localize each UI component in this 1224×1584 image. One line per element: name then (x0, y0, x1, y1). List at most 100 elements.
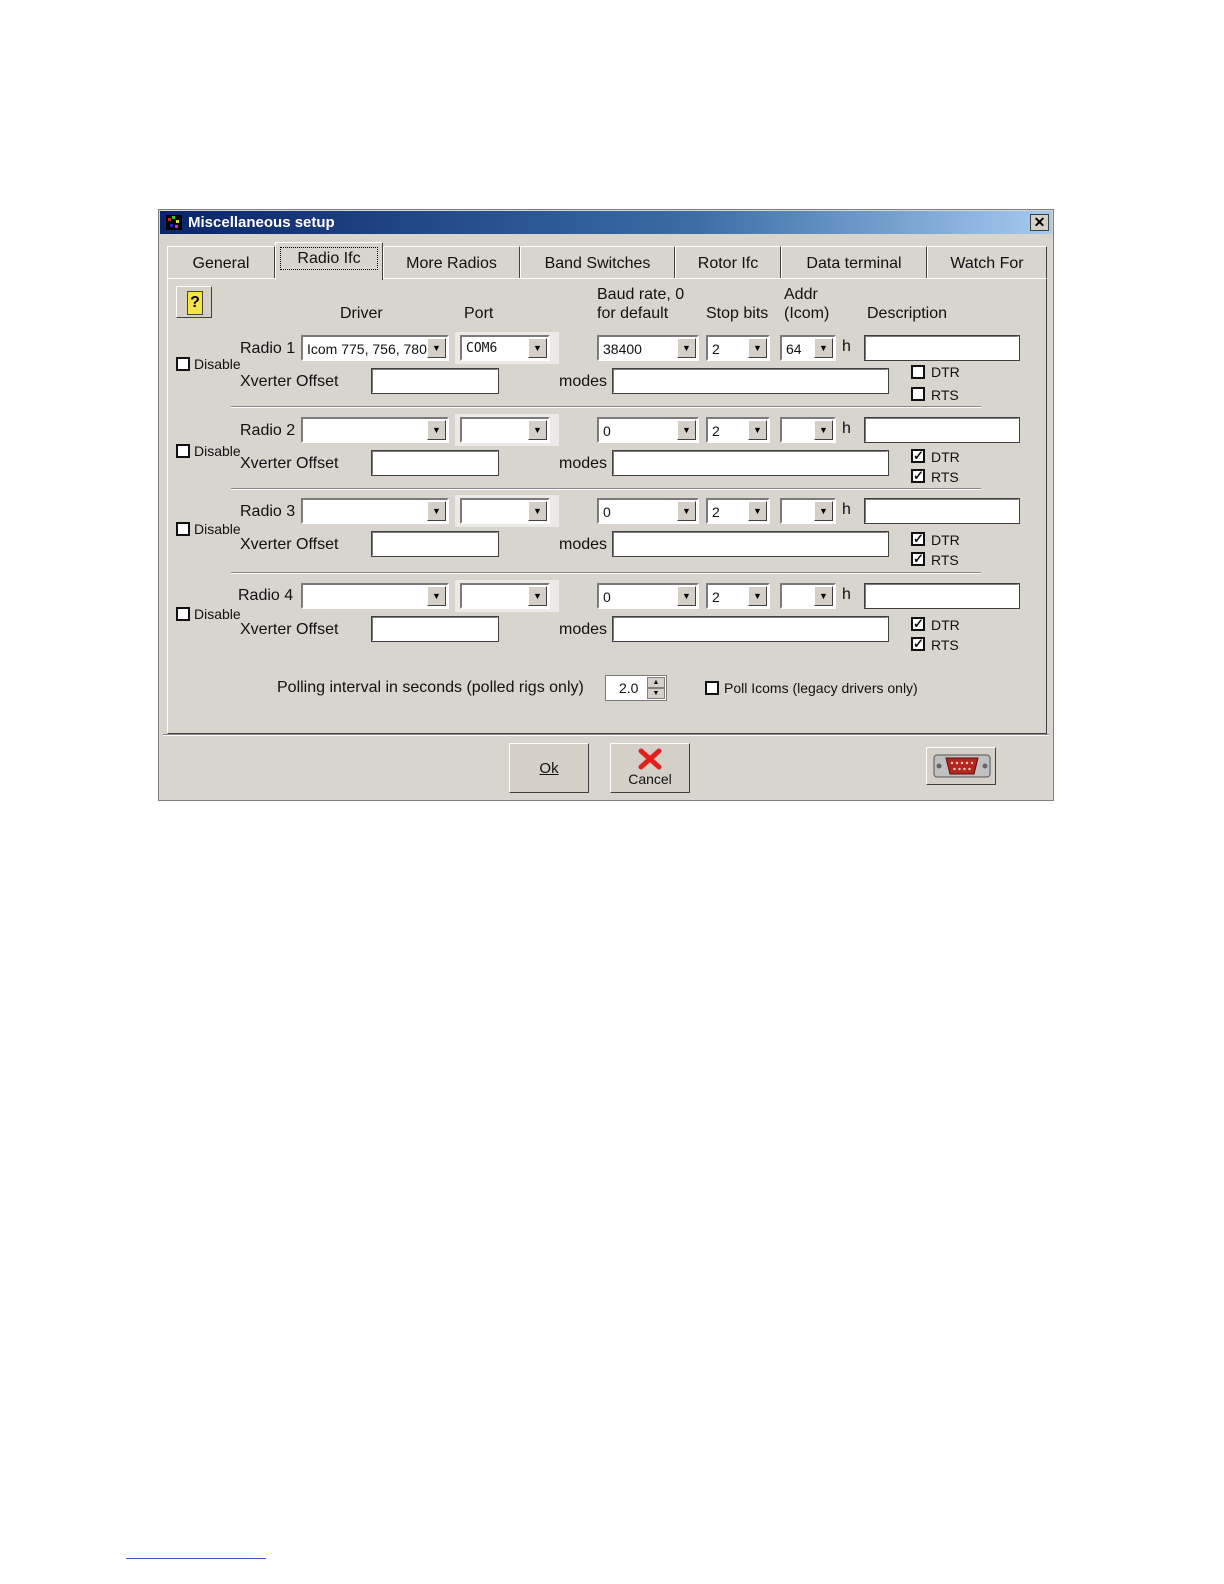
spin-up-icon[interactable]: ▲ (647, 677, 665, 688)
radio-1-stopbits-select[interactable]: 2 ▼ (706, 335, 770, 361)
radio-4-label: Radio 4 (238, 587, 294, 604)
radio-4-disable-checkbox[interactable] (176, 607, 190, 621)
radio-3-disable-checkbox[interactable] (176, 522, 190, 536)
ok-button[interactable]: Ok (509, 743, 589, 793)
radio-2-baud-value: 0 (603, 423, 611, 439)
radio-4-port-select[interactable]: ▼ (460, 583, 550, 609)
radio-3-port-select[interactable]: ▼ (460, 498, 550, 524)
radio-2-addr-select[interactable]: ▼ (780, 417, 836, 443)
radio-separator (231, 572, 981, 574)
radio-4-dtr-checkbox[interactable]: ✓ (911, 617, 925, 631)
radio-1-modes-field[interactable] (612, 368, 889, 394)
radio-2-disable-checkbox[interactable] (176, 444, 190, 458)
radio-4-stopbits-select[interactable]: 2 ▼ (706, 583, 770, 609)
radio-3-dtr-checkbox[interactable]: ✓ (911, 532, 925, 546)
radio-2-disable-label: Disable (194, 443, 241, 459)
chevron-down-icon: ▼ (528, 501, 547, 521)
header-addr-1: Addr (784, 286, 818, 303)
tab-more-radios[interactable]: More Radios (383, 246, 520, 279)
radio-4-rts-checkbox[interactable]: ✓ (911, 637, 925, 651)
radio-2-port-select[interactable]: ▼ (460, 417, 550, 443)
radio-4-addr-select[interactable]: ▼ (780, 583, 836, 609)
tab-general[interactable]: General (167, 246, 275, 279)
header-port: Port (464, 305, 494, 322)
close-icon[interactable]: ✕ (1030, 214, 1049, 231)
tab-rotor-ifc[interactable]: Rotor Ifc (675, 246, 781, 279)
radio-2-baud-select[interactable]: 0 ▼ (597, 417, 699, 443)
radio-3-stopbits-select[interactable]: 2 ▼ (706, 498, 770, 524)
cancel-button[interactable]: Cancel (610, 743, 690, 793)
radio-3-rts-label: RTS (931, 552, 959, 568)
radio-3-xverter-label: Xverter Offset (240, 536, 339, 553)
radio-1-dtr-checkbox[interactable] (911, 365, 925, 379)
chevron-down-icon: ▼ (814, 501, 833, 521)
radio-1-stopbits-value: 2 (712, 341, 720, 357)
radio-2-stopbits-select[interactable]: 2 ▼ (706, 417, 770, 443)
radio-1-port-value: COM6 (466, 341, 498, 356)
radio-4-driver-select[interactable]: ▼ (301, 583, 449, 609)
radio-1-rts-checkbox[interactable] (911, 387, 925, 401)
chevron-down-icon: ▼ (748, 586, 767, 606)
radio-4-xverter-field[interactable] (371, 616, 499, 642)
radio-1-port-select[interactable]: COM6 ▼ (460, 335, 550, 361)
chevron-down-icon: ▼ (528, 420, 547, 440)
radio-1-xverter-field[interactable] (371, 368, 499, 394)
radio-2-driver-select[interactable]: ▼ (301, 417, 449, 443)
radio-4-modes-field[interactable] (612, 616, 889, 642)
help-button[interactable]: ? (176, 286, 212, 318)
radio-separator (231, 406, 981, 408)
radio-2-xverter-label: Xverter Offset (240, 455, 339, 472)
footer-separator (163, 734, 1049, 736)
radio-3-description-field[interactable] (864, 498, 1020, 524)
radio-2-dtr-checkbox[interactable]: ✓ (911, 449, 925, 463)
header-stop-bits: Stop bits (706, 305, 769, 322)
tab-band-switches[interactable]: Band Switches (520, 246, 675, 279)
radio-3-addr-select[interactable]: ▼ (780, 498, 836, 524)
tab-radio-ifc-label: Radio Ifc (280, 247, 378, 270)
radio-1-disable-checkbox[interactable] (176, 357, 190, 371)
radio-separator (231, 488, 981, 490)
polling-interval-spinner[interactable]: 2.0 ▲ ▼ (605, 675, 667, 701)
radio-1-driver-value: Icom 775, 756, 780 (307, 341, 427, 357)
radio-1-baud-select[interactable]: 38400 ▼ (597, 335, 699, 361)
radio-1-rts-label: RTS (931, 387, 959, 403)
radio-4-description-field[interactable] (864, 583, 1020, 609)
chevron-down-icon: ▼ (427, 501, 446, 521)
tab-data-terminal[interactable]: Data terminal (781, 246, 927, 279)
radio-1-disable-label: Disable (194, 356, 241, 372)
header-description: Description (867, 305, 948, 322)
radio-3-rts-checkbox[interactable]: ✓ (911, 552, 925, 566)
radio-1-modes-label: modes (559, 373, 608, 390)
radio-1-dtr-label: DTR (931, 364, 960, 380)
header-driver: Driver (340, 305, 383, 322)
tab-watch-for[interactable]: Watch For (927, 246, 1047, 279)
radio-1-addr-select[interactable]: 64 ▼ (780, 335, 836, 361)
radio-2-description-field[interactable] (864, 417, 1020, 443)
chevron-down-icon: ▼ (677, 501, 696, 521)
radio-1-driver-select[interactable]: Icom 775, 756, 780 ▼ (301, 335, 449, 361)
radio-3-modes-field[interactable] (612, 531, 889, 557)
spin-down-icon[interactable]: ▼ (647, 688, 665, 699)
polling-label: Polling interval in seconds (polled rigs… (277, 679, 584, 696)
radio-4-baud-select[interactable]: 0 ▼ (597, 583, 699, 609)
poll-icoms-checkbox[interactable] (705, 681, 719, 695)
title-bar[interactable]: Miscellaneous setup ✕ (160, 211, 1052, 234)
chevron-down-icon: ▼ (427, 420, 446, 440)
radio-3-xverter-field[interactable] (371, 531, 499, 557)
radio-1-description-field[interactable] (864, 335, 1020, 361)
radio-3-driver-select[interactable]: ▼ (301, 498, 449, 524)
chevron-down-icon: ▼ (677, 586, 696, 606)
radio-1-hex-label: h (842, 338, 851, 355)
radio-1-xverter-label: Xverter Offset (240, 373, 339, 390)
radio-4-baud-value: 0 (603, 589, 611, 605)
serial-port-button[interactable] (926, 747, 996, 785)
app-icon (166, 215, 182, 230)
radio-2-hex-label: h (842, 420, 851, 437)
radio-2-rts-checkbox[interactable]: ✓ (911, 469, 925, 483)
radio-3-baud-select[interactable]: 0 ▼ (597, 498, 699, 524)
tab-radio-ifc[interactable]: Radio Ifc (275, 242, 383, 280)
header-addr-2: (Icom) (784, 305, 830, 322)
poll-icoms-label: Poll Icoms (legacy drivers only) (724, 680, 918, 696)
radio-2-xverter-field[interactable] (371, 450, 499, 476)
radio-2-modes-field[interactable] (612, 450, 889, 476)
